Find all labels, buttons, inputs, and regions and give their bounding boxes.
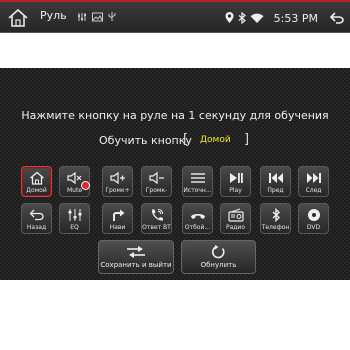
radio-icon — [227, 208, 244, 222]
key-phone-button[interactable]: Телефон — [260, 203, 291, 234]
previous-icon — [268, 173, 283, 183]
key-label: Громк- — [145, 187, 168, 194]
sliders-icon — [78, 12, 86, 21]
clock-time: 5:53 PM — [273, 11, 318, 25]
status-icons-left — [77, 11, 116, 22]
disc-icon — [307, 209, 320, 221]
mute-icon — [66, 171, 81, 185]
wifi-icon — [250, 13, 264, 23]
key-eq-button[interactable]: EQ — [59, 203, 90, 234]
key-label: Громк+ — [105, 187, 130, 194]
page-title: Руль — [40, 9, 67, 22]
refresh-icon — [211, 245, 225, 259]
learn-selected-button: Домой — [200, 135, 231, 145]
home-icon[interactable] — [7, 8, 29, 28]
reset-button[interactable]: Обнулить — [181, 240, 256, 274]
save-and-exit-label: Сохранить и выйти — [100, 261, 172, 269]
bluetooth-icon — [238, 12, 246, 24]
key-label: Телефон — [261, 224, 290, 231]
key-radio-button[interactable]: Радио — [220, 203, 251, 234]
status-icons-right: 5:53 PM — [225, 6, 344, 30]
bluetooth-icon — [272, 208, 280, 222]
bracket-open: [ — [183, 132, 189, 147]
key-label: Ответ BT — [142, 224, 171, 231]
key-label: Play — [229, 187, 242, 194]
swap-arrows-icon — [127, 246, 145, 258]
key-play-button[interactable]: Play — [220, 166, 251, 197]
key-label: След — [305, 187, 322, 194]
key-label: Назад — [26, 224, 47, 231]
location-icon — [225, 12, 234, 23]
key-label: DVD — [306, 224, 321, 231]
status-bar: Руль 5:53 PM — [0, 0, 350, 33]
key-volume-up-button[interactable]: Громк+ — [102, 166, 133, 197]
key-answer-bt-button[interactable]: Ответ BT — [141, 203, 172, 234]
key-home-button[interactable]: Домой — [21, 166, 52, 197]
key-dvd-button[interactable]: DVD — [298, 203, 329, 234]
key-source-button[interactable]: Источн... — [182, 166, 213, 197]
key-label: Пред — [267, 187, 284, 194]
key-label: Нави — [109, 224, 126, 231]
reset-label: Обнулить — [200, 261, 237, 269]
next-icon — [306, 173, 321, 183]
key-mute-button[interactable]: Mute — [59, 166, 90, 197]
home-icon — [29, 171, 44, 185]
usb-icon — [108, 12, 116, 21]
navigation-icon — [112, 209, 124, 221]
back-icon[interactable] — [330, 12, 344, 24]
back-icon — [29, 209, 44, 221]
steering-learn-screen: Нажмите кнопку на руле на 1 секунду для … — [0, 68, 350, 280]
key-label: Радио — [225, 224, 245, 231]
key-next-button[interactable]: След — [298, 166, 329, 197]
phone-hangup-icon — [190, 214, 205, 219]
key-label: Источн... — [183, 187, 212, 194]
learn-row: Обучить кнопку [ Домой ] — [0, 132, 350, 150]
instruction-text: Нажмите кнопку на руле на 1 секунду для … — [21, 109, 329, 122]
key-label: Mute — [66, 187, 83, 194]
key-label: EQ — [70, 224, 79, 231]
phone-answer-icon — [151, 208, 163, 221]
volume-up-icon — [109, 171, 125, 185]
key-navigation-button[interactable]: Нави — [102, 203, 133, 234]
key-previous-button[interactable]: Пред — [260, 166, 291, 197]
play-pause-icon — [229, 173, 243, 183]
key-volume-down-button[interactable]: Громк- — [141, 166, 172, 197]
source-icon — [190, 173, 205, 183]
bracket-close: ] — [244, 132, 250, 147]
equalizer-icon — [68, 209, 81, 221]
key-label: Отбой... — [184, 224, 211, 231]
key-label: Домой — [26, 187, 47, 194]
key-back-button[interactable]: Назад — [21, 203, 52, 234]
volume-down-icon — [148, 171, 164, 185]
save-and-exit-button[interactable]: Сохранить и выйти — [98, 240, 174, 274]
learn-label: Обучить кнопку — [99, 134, 192, 147]
check-badge-icon — [81, 181, 90, 190]
image-icon — [92, 12, 103, 21]
key-hangup-button[interactable]: Отбой... — [182, 203, 213, 234]
